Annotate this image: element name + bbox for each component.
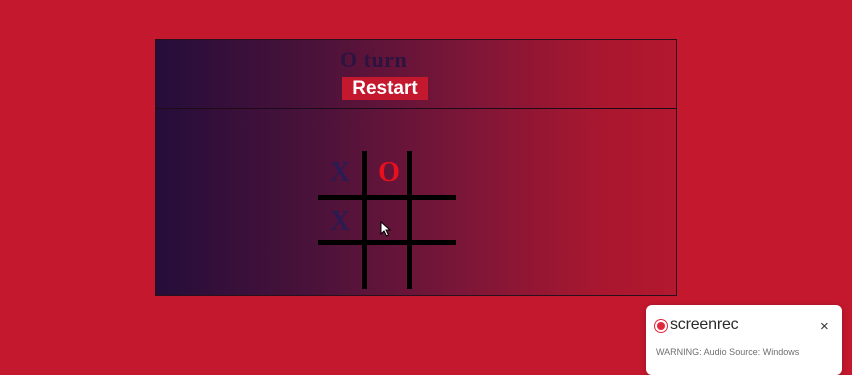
mouse-pointer-icon xyxy=(380,221,392,237)
game-panel: O turn Restart X O X xyxy=(155,39,677,296)
board-cell-1[interactable]: X xyxy=(318,151,362,195)
tic-tac-toe-board: X O X xyxy=(318,151,456,289)
close-icon[interactable]: × xyxy=(820,318,829,335)
board-cell-2[interactable]: O xyxy=(367,151,411,195)
board-cell-3[interactable] xyxy=(412,151,456,195)
screenrec-logo: screenrec xyxy=(670,316,739,333)
screenrec-widget: screenrec × WARNING: Audio Source: Windo… xyxy=(646,305,842,375)
record-icon xyxy=(657,322,665,330)
restart-button[interactable]: Restart xyxy=(342,77,428,100)
board-cell-9[interactable] xyxy=(412,245,456,289)
turn-indicator: O turn xyxy=(340,47,408,72)
board-cell-6[interactable] xyxy=(412,200,456,244)
board-cell-7[interactable] xyxy=(318,245,362,289)
board-cell-8[interactable] xyxy=(367,245,411,289)
game-header: O turn Restart xyxy=(156,40,676,109)
board-cell-4[interactable]: X xyxy=(318,200,362,244)
recorder-status-text: WARNING: Audio Source: Windows xyxy=(656,347,800,357)
